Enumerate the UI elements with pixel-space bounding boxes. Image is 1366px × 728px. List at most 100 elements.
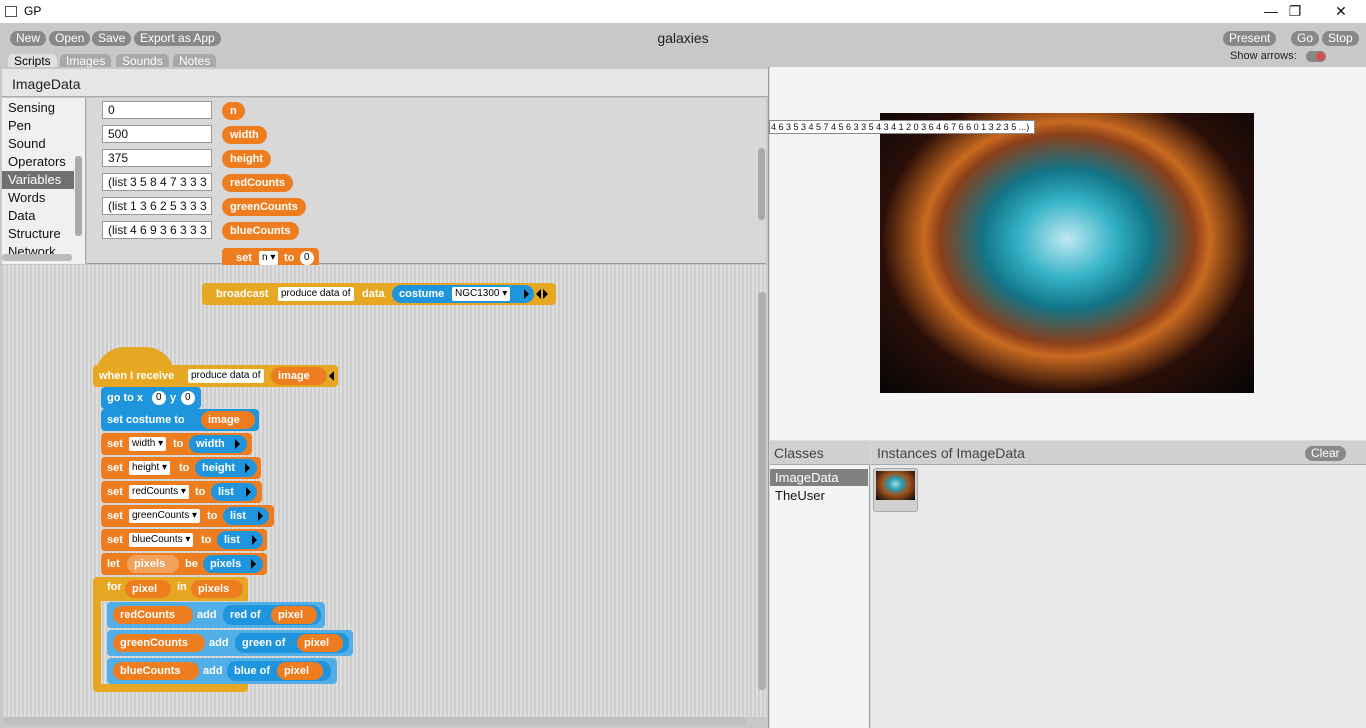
set-height-block[interactable]: set height ▾ to height [101, 457, 261, 479]
list-reporter[interactable]: list [223, 507, 269, 525]
to-label: to [173, 438, 184, 450]
set-redcounts-block[interactable]: set redCounts ▾ to list [101, 481, 262, 503]
set-width-block[interactable]: set width ▾ to width [101, 433, 252, 455]
category-sensing[interactable]: Sensing [8, 99, 74, 117]
var-block-bluecounts[interactable]: blueCounts [222, 222, 299, 240]
pixels-reporter[interactable]: pixels [203, 555, 263, 573]
fn-arg[interactable]: pixel [277, 662, 323, 680]
present-button[interactable]: Present [1223, 31, 1277, 46]
var-block-height[interactable]: height [222, 150, 271, 168]
tab-sounds[interactable]: Sounds [116, 54, 169, 68]
scripts-vscrollbar[interactable] [758, 292, 766, 690]
fn-label: green of [242, 637, 286, 649]
category-hscrollbar[interactable] [2, 254, 72, 261]
blue-of-reporter[interactable]: blue of pixel [227, 661, 331, 681]
category-operators[interactable]: Operators [8, 153, 74, 171]
for-list[interactable]: pixels [191, 580, 243, 598]
expand-arrow-icon[interactable] [258, 511, 263, 521]
height-reporter[interactable]: height [195, 459, 257, 477]
scripts-hscrollbar[interactable] [4, 717, 746, 725]
expand-arrow-icon[interactable] [251, 559, 256, 569]
set-value-slot[interactable]: 0 [300, 251, 314, 265]
stop-button[interactable]: Stop [1322, 31, 1359, 46]
close-button[interactable]: ✕ [1318, 0, 1364, 23]
clear-button[interactable]: Clear [1305, 446, 1346, 461]
class-item-imagedata[interactable]: ImageData [770, 469, 868, 486]
hat-message-slot[interactable]: produce data of [188, 369, 264, 383]
add-red-block[interactable]: redCounts add red of pixel [107, 602, 325, 628]
set-bluecounts-block[interactable]: set blueCounts ▾ to list [101, 529, 267, 551]
broadcast-message-slot[interactable]: produce data of [278, 287, 354, 301]
list-watcher[interactable]: 4 6 3 5 3 4 5 7 4 5 6 3 3 5 4 3 4 1 2 0 … [769, 120, 1035, 134]
set-var-value: n [262, 252, 268, 263]
green-of-reporter[interactable]: green of pixel [235, 633, 349, 653]
var-block-n[interactable]: n [222, 102, 245, 120]
class-item-theuser[interactable]: TheUser [770, 487, 868, 504]
var-block-width[interactable]: width [222, 126, 267, 144]
go-to-block[interactable]: go to x 0 y 0 [101, 387, 201, 409]
let-var[interactable]: pixels [127, 555, 179, 573]
list-var[interactable]: redCounts [113, 606, 193, 624]
set-greencounts-block[interactable]: set greenCounts ▾ to list [101, 505, 274, 527]
collapse-arrow-icon[interactable] [329, 371, 334, 381]
palette-scrollbar[interactable] [758, 148, 765, 220]
collapse-arrow-icon[interactable] [536, 289, 541, 299]
expand-arrow-icon[interactable] [252, 535, 257, 545]
expand-arrow-icon[interactable] [235, 439, 240, 449]
set-label: set [107, 486, 123, 498]
var-block-greencounts[interactable]: greenCounts [222, 198, 306, 216]
set-var-dropdown[interactable]: height ▾ [129, 461, 171, 475]
fn-arg[interactable]: pixel [271, 606, 317, 624]
goto-x-slot[interactable]: 0 [152, 391, 166, 405]
when-i-receive-hat[interactable]: when I receive produce data of image [93, 365, 338, 387]
tab-notes[interactable]: Notes [173, 54, 217, 68]
setcostume-arg[interactable]: image [201, 411, 255, 429]
set-costume-block[interactable]: set costume to image [101, 409, 259, 431]
goto-y-slot[interactable]: 0 [181, 391, 195, 405]
set-var-dropdown[interactable]: width ▾ [129, 437, 167, 451]
expand-arrow-icon[interactable] [543, 289, 548, 299]
show-arrows-toggle[interactable] [1306, 51, 1326, 62]
set-var-dropdown[interactable]: n ▾ [259, 251, 279, 265]
set-var-dropdown[interactable]: blueCounts ▾ [129, 533, 194, 547]
category-list: Sensing Pen Sound Operators Variables Wo… [2, 98, 86, 264]
galaxy-costume-image[interactable] [880, 113, 1254, 393]
for-label: for [107, 581, 122, 593]
category-words[interactable]: Words [8, 189, 74, 207]
let-block[interactable]: let pixels be pixels [101, 553, 267, 575]
hat-param-image[interactable]: image [271, 367, 327, 385]
category-data[interactable]: Data [8, 207, 74, 225]
set-label: set [236, 252, 252, 264]
fn-arg[interactable]: pixel [297, 634, 343, 652]
class-name: ImageData [12, 76, 81, 92]
for-var[interactable]: pixel [125, 580, 171, 598]
expand-arrow-icon[interactable] [245, 463, 250, 473]
costume-dropdown[interactable]: NGC1300 ▾ [452, 287, 511, 301]
tab-scripts[interactable]: Scripts [8, 54, 57, 68]
list-var[interactable]: blueCounts [113, 662, 199, 680]
maximize-button[interactable]: ❐ [1272, 0, 1318, 23]
broadcast-block[interactable]: broadcast produce data of data costume N… [202, 283, 556, 305]
setcostume-label: set costume to [107, 414, 185, 426]
expand-arrow-icon[interactable] [524, 289, 529, 299]
var-block-redcounts[interactable]: redCounts [222, 174, 293, 192]
for-block[interactable]: for pixel in pixels [93, 577, 248, 601]
go-button[interactable]: Go [1291, 31, 1320, 46]
add-blue-block[interactable]: blueCounts add blue of pixel [107, 658, 337, 684]
category-structure[interactable]: Structure [8, 225, 74, 243]
costume-reporter[interactable]: costume NGC1300 ▾ [392, 285, 534, 303]
add-green-block[interactable]: greenCounts add green of pixel [107, 630, 353, 656]
list-reporter[interactable]: list [217, 531, 263, 549]
category-scrollbar[interactable] [75, 156, 82, 236]
width-reporter[interactable]: width [189, 435, 247, 453]
set-var-dropdown[interactable]: greenCounts ▾ [129, 509, 201, 523]
list-var[interactable]: greenCounts [113, 634, 205, 652]
list-reporter[interactable]: list [211, 483, 257, 501]
expand-arrow-icon[interactable] [246, 487, 251, 497]
tab-images[interactable]: Images [60, 54, 112, 68]
category-variables[interactable]: Variables [2, 171, 74, 189]
set-var-dropdown[interactable]: redCounts ▾ [129, 485, 189, 499]
category-pen[interactable]: Pen [8, 117, 74, 135]
category-sound[interactable]: Sound [8, 135, 74, 153]
red-of-reporter[interactable]: red of pixel [223, 605, 321, 625]
